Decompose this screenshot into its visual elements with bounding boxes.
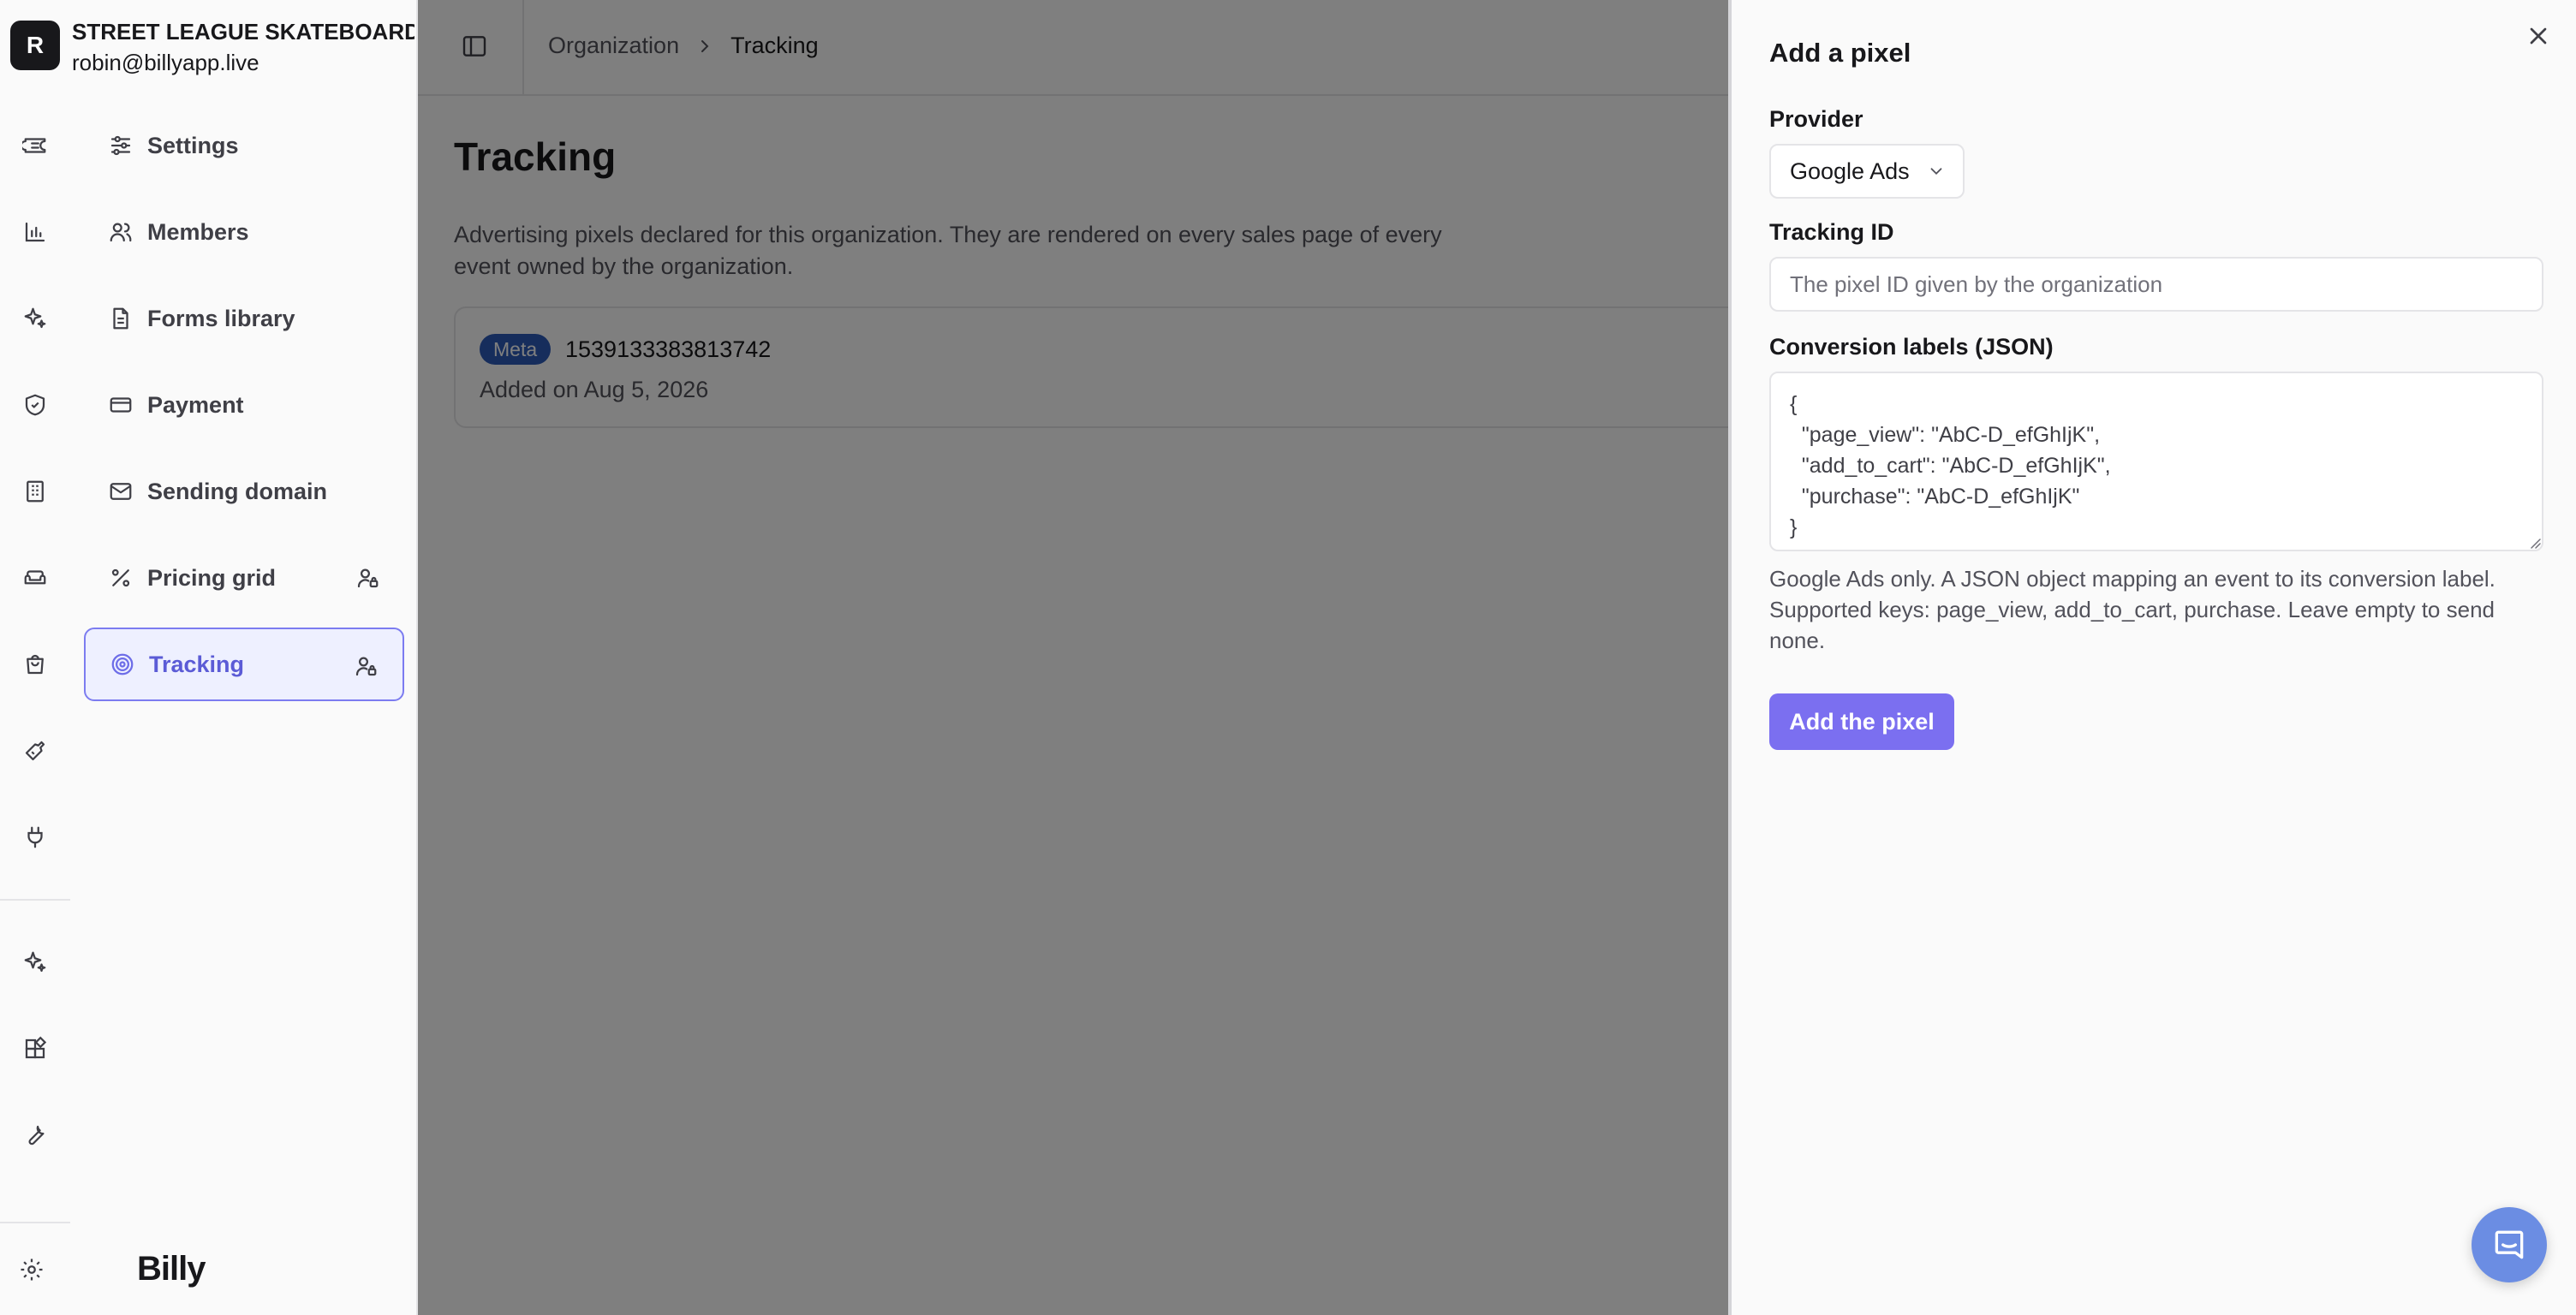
sofa-icon[interactable] bbox=[17, 560, 53, 596]
provider-label: Provider bbox=[1769, 106, 1863, 132]
resize-handle-icon[interactable] bbox=[2528, 536, 2542, 550]
plug-icon[interactable] bbox=[17, 819, 53, 855]
sidebar-item-label: Settings bbox=[147, 132, 239, 158]
chat-icon bbox=[2490, 1226, 2528, 1264]
wrench-icon[interactable] bbox=[17, 1117, 53, 1153]
chevron-down-icon bbox=[1927, 162, 1946, 181]
sparkles-icon[interactable] bbox=[17, 944, 53, 980]
provider-value: Google Ads bbox=[1790, 158, 1910, 184]
tracking-id-label: Tracking ID bbox=[1769, 219, 1894, 245]
drawer-title: Add a pixel bbox=[1769, 38, 1911, 68]
user-lock-icon bbox=[355, 565, 380, 591]
sidebar-item-sending-domain[interactable]: Sending domain bbox=[84, 455, 404, 528]
widgets-icon[interactable] bbox=[17, 1031, 53, 1067]
rail-divider-bottom bbox=[0, 1222, 70, 1223]
conversion-labels-textarea[interactable]: { "page_view": "AbC-D_efGhIjK", "add_to_… bbox=[1769, 372, 2543, 551]
provider-select[interactable]: Google Ads bbox=[1769, 144, 1965, 199]
shopping-bag-icon[interactable] bbox=[17, 646, 53, 682]
close-icon[interactable] bbox=[2525, 22, 2552, 50]
document-icon bbox=[108, 306, 134, 331]
add-pixel-button[interactable]: Add the pixel bbox=[1769, 693, 1954, 750]
sliders-icon bbox=[108, 133, 134, 158]
gear-icon[interactable] bbox=[19, 1257, 45, 1282]
conversion-labels-help: Google Ads only. A JSON object mapping a… bbox=[1769, 566, 2496, 653]
ticket-icon[interactable] bbox=[17, 128, 53, 164]
user-email: robin@billyapp.live bbox=[72, 50, 259, 75]
sidebar-item-settings[interactable]: Settings bbox=[84, 109, 404, 182]
ticket-tag-icon[interactable] bbox=[17, 733, 53, 769]
percent-icon bbox=[108, 565, 134, 591]
target-icon bbox=[110, 652, 135, 677]
tracking-id-input[interactable] bbox=[1769, 257, 2543, 312]
sidebar-item-forms-library[interactable]: Forms library bbox=[84, 282, 404, 355]
sidebar-item-payment[interactable]: Payment bbox=[84, 368, 404, 442]
sparkles-icon[interactable] bbox=[17, 300, 53, 336]
chart-icon[interactable] bbox=[17, 214, 53, 250]
org-name[interactable]: STREET LEAGUE SKATEBOARDI bbox=[72, 19, 414, 45]
mail-icon bbox=[108, 479, 134, 504]
rail-divider bbox=[0, 899, 70, 901]
sidebar-item-members[interactable]: Members bbox=[84, 195, 404, 269]
add-pixel-drawer: Add a pixel Provider Google Ads Tracking… bbox=[1728, 0, 2576, 1315]
sidebar-item-pricing-grid[interactable]: Pricing grid bbox=[84, 541, 404, 615]
org-avatar[interactable]: R bbox=[10, 21, 60, 70]
sidebar-item-label: Forms library bbox=[147, 305, 295, 331]
credit-card-icon bbox=[108, 392, 134, 418]
brand-logo[interactable]: Billy bbox=[137, 1250, 206, 1288]
sidebar-item-tracking[interactable]: Tracking bbox=[84, 628, 404, 701]
icon-rail: R bbox=[0, 0, 70, 1315]
sidebar-item-label: Payment bbox=[147, 391, 244, 418]
chat-launcher-button[interactable] bbox=[2472, 1207, 2547, 1282]
sidebar-item-label: Pricing grid bbox=[147, 564, 277, 591]
conversion-labels-label: Conversion labels (JSON) bbox=[1769, 334, 2054, 360]
sidebar-item-label: Sending domain bbox=[147, 478, 328, 504]
user-lock-icon bbox=[353, 653, 379, 679]
users-icon bbox=[108, 219, 134, 245]
building-icon[interactable] bbox=[17, 473, 53, 509]
settings-sidebar: STREET LEAGUE SKATEBOARDI robin@billyapp… bbox=[70, 0, 418, 1315]
sidebar-item-label: Members bbox=[147, 218, 249, 245]
shield-icon[interactable] bbox=[17, 387, 53, 423]
sidebar-item-label: Tracking bbox=[149, 651, 245, 677]
